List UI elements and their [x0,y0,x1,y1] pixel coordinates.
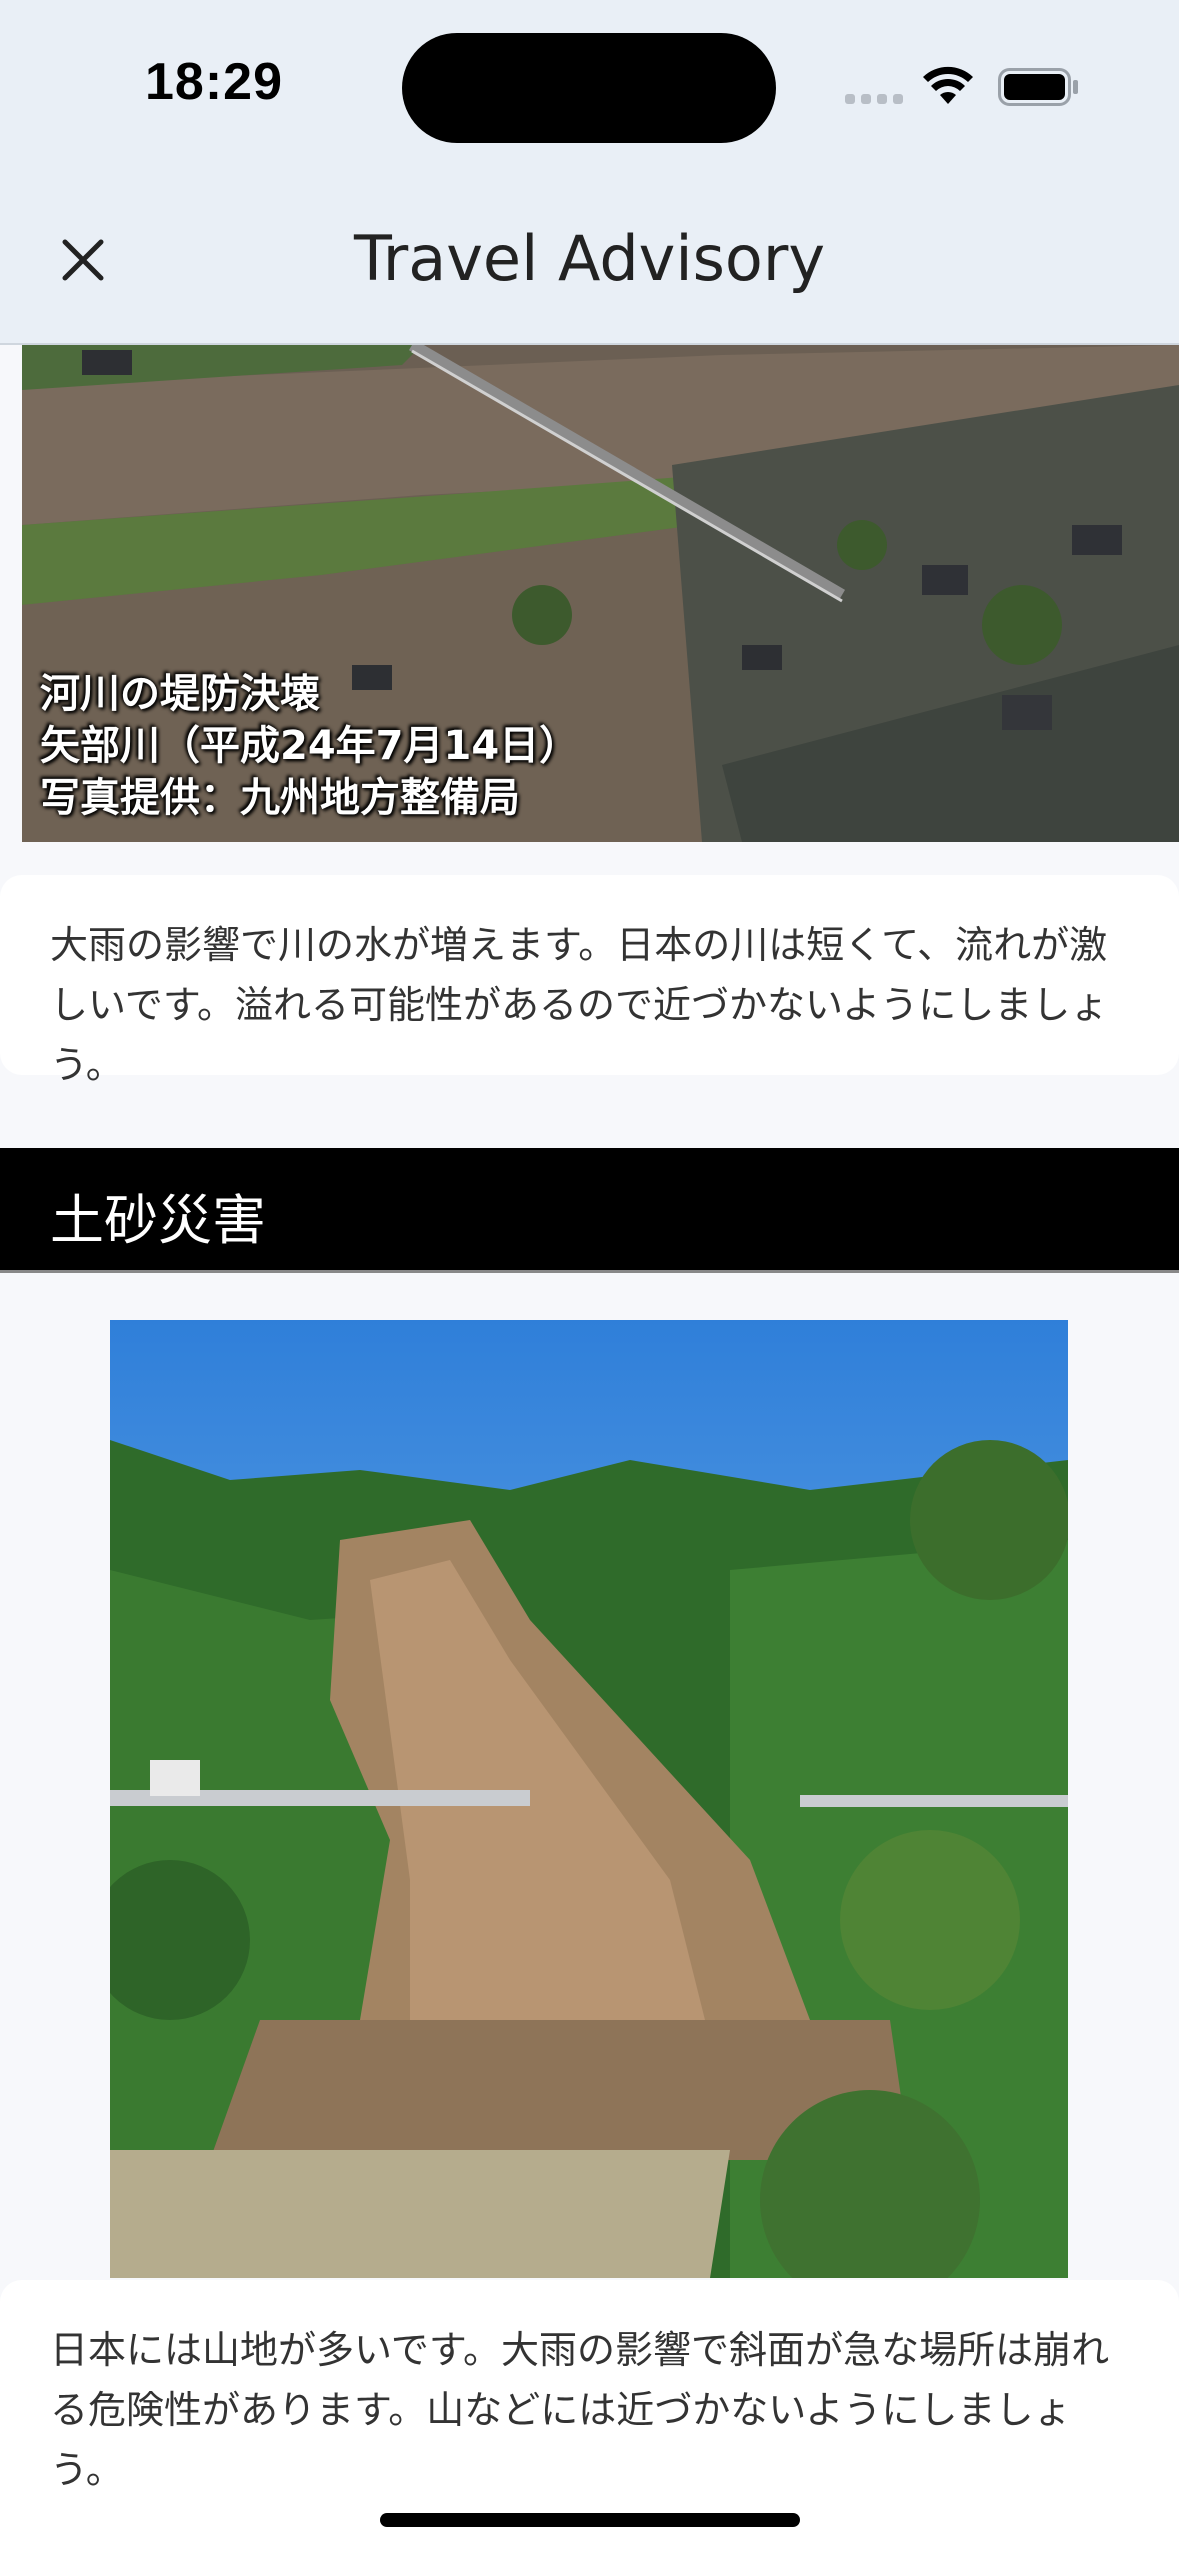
dynamic-island [402,33,776,143]
wifi-icon [923,66,973,104]
status-bar: 18:29 [0,0,1179,185]
home-indicator[interactable] [380,2513,800,2527]
flood-description-card: 大雨の影響で川の水が増えます。日本の川は短くて、流れが激しいです。溢れる可能性が… [0,875,1179,1087]
caption-line-2: 矢部川（平成24年7月14日） [40,723,580,769]
advisory-content[interactable]: 河川の堤防決壊 矢部川（平成24年7月14日） 写真提供：九州地方整備局 大雨の… [0,345,1179,2556]
landslide-photo [110,1320,1068,2278]
caption-line-3: 写真提供：九州地方整備局 [40,775,520,821]
landslide-description: 日本には山地が多いです。大雨の影響で斜面が急な場所は崩れる危険性があります。山な… [50,2328,1110,2492]
section-title: 土砂災害 [50,1189,266,1252]
battery-icon [998,68,1078,106]
navigation-bar: Travel Advisory [0,185,1179,345]
flood-description: 大雨の影響で川の水が増えます。日本の川は短くて、流れが激しいです。溢れる可能性が… [50,923,1109,1087]
caption-line-1: 河川の堤防決壊 [40,671,320,717]
section-header-landslide: 土砂災害 [0,1148,1179,1270]
page-title: Travel Advisory [353,222,826,295]
river-flood-photo: 河川の堤防決壊 矢部川（平成24年7月14日） 写真提供：九州地方整備局 [22,345,1179,842]
cellular-signal-icon [845,94,903,104]
photo-caption: 河川の堤防決壊 矢部川（平成24年7月14日） 写真提供：九州地方整備局 [40,668,579,824]
divider [0,1270,1179,1273]
status-time: 18:29 [145,53,283,111]
